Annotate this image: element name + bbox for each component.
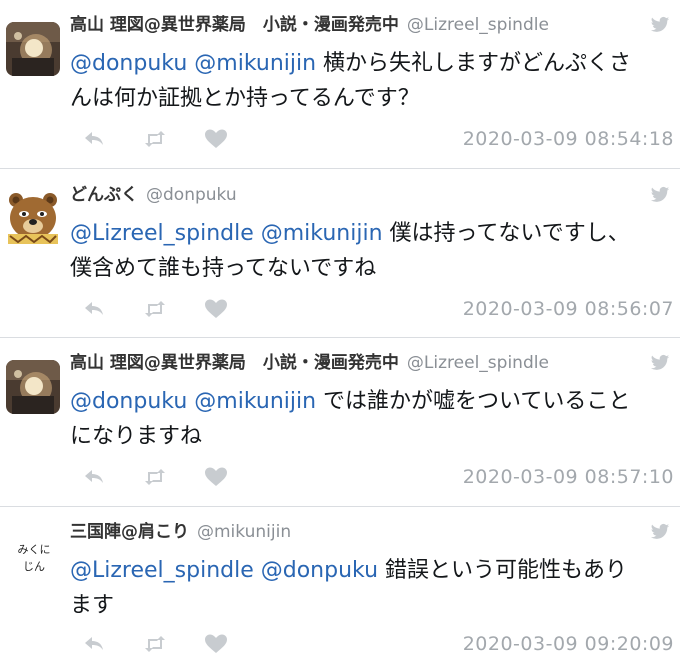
twitter-bird-icon [650, 354, 670, 370]
mentions[interactable]: @donpuku @mikunijin [70, 51, 316, 76]
tweet-text-line1: 僕は持ってないですし、 [382, 221, 630, 246]
tweet-text-line1: では誰かが嘘をついていること [316, 389, 631, 414]
username[interactable]: @Lizreel_spindle [407, 15, 549, 35]
timestamp[interactable]: 2020-03-09 08:56:07 [463, 298, 674, 320]
tweet-header: どんぷく @donpuku [70, 182, 237, 208]
twitter-bird-icon [650, 523, 670, 539]
display-name[interactable]: 三国陣@肩こり [70, 522, 189, 542]
like-icon[interactable] [204, 298, 228, 320]
reply-icon[interactable] [82, 128, 106, 150]
avatar[interactable] [6, 360, 60, 414]
tweet-actions [82, 298, 260, 320]
tweet-actions [82, 128, 260, 150]
tweet[interactable]: 高山 理図@異世界薬局 小説・漫画発売中 @Lizreel_spindle @do… [0, 350, 680, 500]
tweet-thread: 高山 理図@異世界薬局 小説・漫画発売中 @Lizreel_spindle @do… [0, 0, 680, 659]
divider [0, 506, 680, 507]
tweet[interactable]: 高山 理図@異世界薬局 小説・漫画発売中 @Lizreel_spindle @do… [0, 12, 680, 162]
display-name[interactable]: 高山 理図@異世界薬局 小説・漫画発売中 [70, 15, 399, 35]
reply-icon[interactable] [82, 466, 106, 488]
avatar[interactable] [6, 22, 60, 76]
like-icon[interactable] [204, 128, 228, 150]
divider [0, 337, 680, 338]
tweet-text: @donpuku @mikunijin では誰かが嘘をついていること になります… [70, 384, 672, 454]
username[interactable]: @mikunijin [197, 522, 291, 542]
username[interactable]: @donpuku [146, 185, 237, 205]
tweet[interactable]: どんぷく @donpuku @Lizreel_spindle @mikunijin… [0, 182, 680, 332]
tweet-text-line2: ます [70, 593, 115, 618]
avatar-text-line1: みくに [17, 543, 51, 556]
tweet-text-line1: 錯誤という可能性もあり [378, 558, 628, 583]
tweet-text-line2: んは何か証拠とか持ってるんです？ [70, 86, 420, 111]
tweet[interactable]: みくに じん 三国陣@肩こり @mikunijin @Lizreel_spindl… [0, 519, 680, 659]
retweet-icon[interactable] [143, 633, 167, 655]
avatar-text: みくに じん [4, 533, 64, 575]
tweet-header: 高山 理図@異世界薬局 小説・漫画発売中 @Lizreel_spindle [70, 12, 549, 38]
retweet-icon[interactable] [143, 466, 167, 488]
tweet-text-line2: になりますね [70, 424, 203, 449]
avatar[interactable] [6, 190, 60, 244]
tweet-text: @Lizreel_spindle @mikunijin 僕は持ってないですし、 … [70, 216, 672, 286]
mentions[interactable]: @Lizreel_spindle @donpuku [70, 558, 378, 583]
timestamp[interactable]: 2020-03-09 08:57:10 [463, 466, 674, 488]
twitter-bird-icon [650, 186, 670, 202]
display-name[interactable]: 高山 理図@異世界薬局 小説・漫画発売中 [70, 353, 399, 373]
tweet-header: 高山 理図@異世界薬局 小説・漫画発売中 @Lizreel_spindle [70, 350, 549, 376]
twitter-bird-icon [650, 16, 670, 32]
like-icon[interactable] [204, 633, 228, 655]
tweet-text: @donpuku @mikunijin 横から失礼しますがどんぷくさ んは何か証… [70, 46, 672, 116]
reply-icon[interactable] [82, 633, 106, 655]
avatar[interactable]: みくに じん [4, 533, 64, 587]
tweet-actions [82, 466, 260, 488]
tweet-text-line2: 僕含めて誰も持ってないですね [70, 256, 377, 281]
avatar-text-line2: じん [23, 560, 45, 573]
divider [0, 168, 680, 169]
display-name[interactable]: どんぷく [70, 185, 138, 205]
tweet-actions [82, 633, 260, 655]
tweet-text-line1: 横から失礼しますがどんぷくさ [316, 51, 632, 76]
tweet-text: @Lizreel_spindle @donpuku 錯誤という可能性もあり ます [70, 553, 672, 623]
timestamp[interactable]: 2020-03-09 08:54:18 [463, 128, 674, 150]
timestamp[interactable]: 2020-03-09 09:20:09 [463, 633, 674, 655]
tweet-header: 三国陣@肩こり @mikunijin [70, 519, 291, 545]
retweet-icon[interactable] [143, 298, 167, 320]
username[interactable]: @Lizreel_spindle [407, 353, 549, 373]
mentions[interactable]: @Lizreel_spindle @mikunijin [70, 221, 383, 246]
mentions[interactable]: @donpuku @mikunijin [70, 389, 316, 414]
reply-icon[interactable] [82, 298, 106, 320]
retweet-icon[interactable] [143, 128, 167, 150]
like-icon[interactable] [204, 466, 228, 488]
